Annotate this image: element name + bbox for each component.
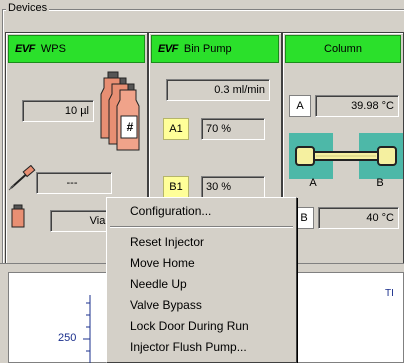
menu-item-move-home[interactable]: Move Home bbox=[108, 253, 295, 273]
chart-y-tick-label: 250 bbox=[58, 332, 77, 344]
channel-a1-field[interactable]: 70 % bbox=[201, 118, 265, 140]
devices-group-label: Devices bbox=[6, 2, 50, 14]
flow-rate-field[interactable]: 0.3 ml/min bbox=[166, 79, 270, 101]
wps-status-icon: EVF bbox=[15, 43, 35, 55]
menu-item-configuration[interactable]: Configuration... bbox=[108, 201, 295, 221]
menu-item-injector-flush-pump[interactable]: Injector Flush Pump... bbox=[108, 337, 295, 357]
valve-a-label: A bbox=[309, 177, 317, 189]
syringe-icon bbox=[8, 165, 36, 191]
column-temp-b-field[interactable]: 40 °C bbox=[318, 207, 399, 229]
bin-pump-header[interactable]: EVF Bin Pump bbox=[151, 35, 279, 63]
device-context-menu[interactable]: Configuration... Reset Injector Move Hom… bbox=[106, 197, 297, 363]
menu-item-reset-injector[interactable]: Reset Injector bbox=[108, 232, 295, 252]
sample-vials-icon bbox=[100, 71, 140, 151]
bin-pump-status-icon: EVF bbox=[158, 43, 178, 55]
column-temp-b-tag: B bbox=[294, 207, 314, 229]
column-tube-icon bbox=[295, 146, 397, 166]
menu-item-configuration-label: Configuration... bbox=[130, 204, 212, 218]
column-temp-a-field[interactable]: 39.98 °C bbox=[315, 95, 399, 117]
wps-title: WPS bbox=[40, 43, 66, 55]
menu-item-lock-door-label: Lock Door During Run bbox=[130, 319, 249, 333]
column-title: Column bbox=[324, 43, 362, 55]
menu-item-needle-up-label: Needle Up bbox=[130, 277, 187, 291]
menu-item-valve-bypass-label: Valve Bypass bbox=[130, 298, 202, 312]
wps-needle-field[interactable]: --- bbox=[36, 172, 112, 194]
bin-pump-title: Bin Pump bbox=[183, 43, 232, 55]
chart-corner-label: TI bbox=[385, 288, 394, 299]
menu-item-needle-up[interactable]: Needle Up bbox=[108, 274, 295, 294]
menu-item-reset-injector-label: Reset Injector bbox=[130, 235, 205, 249]
menu-item-move-home-label: Move Home bbox=[130, 256, 195, 270]
chart-y-axis bbox=[83, 295, 91, 363]
wps-header[interactable]: EVF WPS bbox=[8, 35, 145, 63]
channel-b1-field[interactable]: 30 % bbox=[201, 176, 265, 198]
menu-item-lock-door[interactable]: Lock Door During Run bbox=[108, 316, 295, 336]
wps-volume-field[interactable]: 10 µl bbox=[22, 100, 94, 122]
column-header[interactable]: Column bbox=[285, 35, 401, 63]
channel-b1-tag: B1 bbox=[163, 176, 189, 198]
channel-a1-tag: A1 bbox=[163, 118, 189, 140]
menu-item-injector-flush-pump-label: Injector Flush Pump... bbox=[130, 340, 247, 354]
valve-b-label: B bbox=[376, 177, 384, 189]
menu-item-valve-bypass[interactable]: Valve Bypass bbox=[108, 295, 295, 315]
menu-separator bbox=[110, 226, 293, 228]
vial-number-badge: # bbox=[126, 120, 134, 134]
vial-small-icon bbox=[11, 204, 25, 228]
column-temp-a-tag: A bbox=[289, 95, 311, 117]
